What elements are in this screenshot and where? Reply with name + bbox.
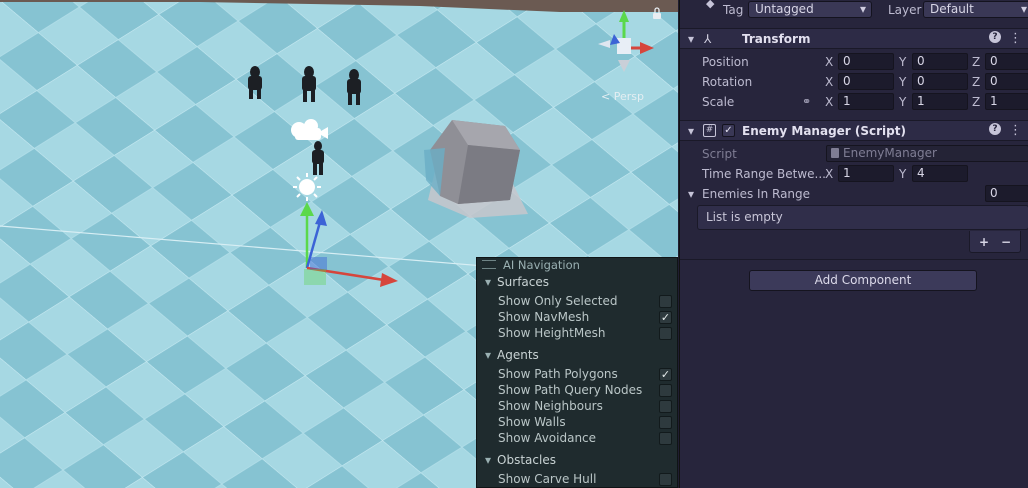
link-icon[interactable]: ⚭ bbox=[802, 92, 811, 112]
enemy-manager-title: Enemy Manager (Script) bbox=[742, 124, 906, 138]
list-remove-button[interactable]: − bbox=[996, 233, 1016, 251]
enemies-in-range-row[interactable]: ▾ Enemies In Range 0 bbox=[680, 184, 1028, 204]
option-show-neighbours: Show Neighbours bbox=[498, 399, 603, 413]
axis-z-label[interactable]: Z bbox=[972, 52, 980, 72]
scale-y-field[interactable]: 1 bbox=[912, 93, 968, 110]
show-neighbours-checkbox[interactable] bbox=[659, 400, 672, 413]
script-label: Script bbox=[702, 147, 737, 161]
enemies-count-field[interactable]: 0 bbox=[985, 185, 1028, 202]
script-row: Script EnemyManager bbox=[680, 144, 1028, 164]
scene-view[interactable]: < Persp AI Navigation Surfaces Show Only… bbox=[0, 0, 678, 488]
option-show-navmesh: Show NavMesh bbox=[498, 310, 590, 324]
position-y-field[interactable]: 0 bbox=[912, 53, 968, 70]
help-icon[interactable]: ? bbox=[989, 31, 1001, 43]
tag-layer-row: ◆ Tag Untagged Layer Default bbox=[680, 0, 1028, 20]
layer-dropdown[interactable]: Default bbox=[923, 1, 1028, 18]
option-show-carve-hull: Show Carve Hull bbox=[498, 472, 597, 486]
transform-header[interactable]: ▾ ⅄ Transform ? ⋮ bbox=[680, 28, 1028, 49]
component-enabled-checkbox[interactable]: ✓ bbox=[722, 124, 735, 137]
section-agents[interactable]: Agents bbox=[485, 348, 539, 362]
rotation-label: Rotation bbox=[702, 75, 753, 89]
show-heightmesh-checkbox[interactable] bbox=[659, 327, 672, 340]
rotation-z-field[interactable]: 0 bbox=[985, 73, 1028, 90]
tag-dropdown[interactable]: Untagged bbox=[748, 1, 872, 18]
position-label: Position bbox=[702, 55, 749, 69]
show-navmesh-checkbox[interactable]: ✓ bbox=[659, 311, 672, 324]
script-file-icon bbox=[831, 148, 839, 158]
transform-icon: ⅄ bbox=[704, 32, 712, 46]
axis-y-label[interactable]: Y bbox=[899, 72, 906, 92]
option-show-avoidance: Show Avoidance bbox=[498, 431, 597, 445]
time-range-y-field[interactable]: 4 bbox=[912, 165, 968, 182]
gameobject-icon: ◆ bbox=[706, 0, 715, 10]
script-value: EnemyManager bbox=[843, 146, 937, 160]
position-row: Position X 0 Y 0 Z 0 bbox=[680, 52, 1028, 72]
transform-title: Transform bbox=[742, 32, 811, 46]
layer-label: Layer bbox=[888, 3, 922, 17]
separator bbox=[680, 259, 1028, 260]
option-show-path-polygons: Show Path Polygons bbox=[498, 367, 618, 381]
drag-handle-icon[interactable] bbox=[482, 260, 496, 269]
axis-y-label[interactable]: Y bbox=[899, 92, 906, 112]
scale-row: Scale ⚭ X 1 Y 1 Z 1 bbox=[680, 92, 1028, 112]
show-avoidance-checkbox[interactable] bbox=[659, 432, 672, 445]
enemies-in-range-label: Enemies In Range bbox=[702, 187, 811, 201]
list-add-button[interactable]: + bbox=[974, 233, 994, 251]
enemy-manager-header[interactable]: ▾ # ✓ Enemy Manager (Script) ? ⋮ bbox=[680, 120, 1028, 141]
panel-title: AI Navigation bbox=[503, 258, 580, 272]
axis-x-label[interactable]: X bbox=[825, 164, 833, 184]
script-icon: # bbox=[703, 124, 716, 137]
rotation-x-field[interactable]: 0 bbox=[838, 73, 894, 90]
option-show-only-selected: Show Only Selected bbox=[498, 294, 618, 308]
time-range-label: Time Range Betwe... bbox=[702, 167, 826, 181]
enemies-list: List is empty bbox=[697, 205, 1028, 230]
axis-x-label[interactable]: X bbox=[825, 52, 833, 72]
axis-z-label[interactable]: Z bbox=[972, 72, 980, 92]
component-menu-icon[interactable]: ⋮ bbox=[1009, 121, 1022, 141]
option-show-path-query-nodes: Show Path Query Nodes bbox=[498, 383, 643, 397]
axis-x-label[interactable]: X bbox=[825, 92, 833, 112]
section-obstacles[interactable]: Obstacles bbox=[485, 453, 556, 467]
ai-navigation-title[interactable]: AI Navigation bbox=[477, 258, 677, 273]
position-z-field[interactable]: 0 bbox=[985, 53, 1028, 70]
axis-x-label[interactable]: X bbox=[825, 72, 833, 92]
add-component-button[interactable]: Add Component bbox=[749, 270, 977, 291]
axis-y-label[interactable]: Y bbox=[899, 52, 906, 72]
inspector-panel[interactable]: ◆ Tag Untagged Layer Default ▾ ⅄ Transfo… bbox=[679, 0, 1028, 488]
show-carve-hull-checkbox[interactable] bbox=[659, 473, 672, 486]
time-range-row: Time Range Betwe... X 1 Y 4 bbox=[680, 164, 1028, 184]
rotation-y-field[interactable]: 0 bbox=[912, 73, 968, 90]
component-menu-icon[interactable]: ⋮ bbox=[1009, 29, 1022, 49]
show-path-query-nodes-checkbox[interactable] bbox=[659, 384, 672, 397]
persp-label[interactable]: < Persp bbox=[601, 90, 644, 103]
axis-y-label[interactable]: Y bbox=[899, 164, 906, 184]
scale-x-field[interactable]: 1 bbox=[838, 93, 894, 110]
list-empty-text: List is empty bbox=[706, 210, 783, 224]
tag-label: Tag bbox=[723, 3, 744, 17]
section-surfaces[interactable]: Surfaces bbox=[485, 275, 549, 289]
show-only-selected-checkbox[interactable] bbox=[659, 295, 672, 308]
scale-z-field[interactable]: 1 bbox=[985, 93, 1028, 110]
foldout-arrow-icon[interactable]: ▾ bbox=[688, 29, 694, 49]
rotation-row: Rotation X 0 Y 0 Z 0 bbox=[680, 72, 1028, 92]
ai-navigation-panel[interactable]: AI Navigation Surfaces Show Only Selecte… bbox=[476, 257, 678, 488]
position-x-field[interactable]: 0 bbox=[838, 53, 894, 70]
list-footer: + − bbox=[969, 231, 1021, 253]
scale-label: Scale bbox=[702, 95, 735, 109]
show-path-polygons-checkbox[interactable]: ✓ bbox=[659, 368, 672, 381]
show-walls-checkbox[interactable] bbox=[659, 416, 672, 429]
help-icon[interactable]: ? bbox=[989, 123, 1001, 135]
option-show-heightmesh: Show HeightMesh bbox=[498, 326, 606, 340]
foldout-arrow-icon[interactable]: ▾ bbox=[688, 184, 694, 204]
script-object-field: EnemyManager bbox=[826, 145, 1028, 162]
axis-z-label[interactable]: Z bbox=[972, 92, 980, 112]
foldout-arrow-icon[interactable]: ▾ bbox=[688, 121, 694, 141]
option-show-walls: Show Walls bbox=[498, 415, 566, 429]
time-range-x-field[interactable]: 1 bbox=[838, 165, 894, 182]
